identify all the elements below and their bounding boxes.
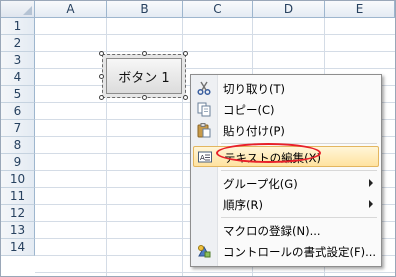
grid-line [35, 51, 395, 52]
menu-item-label: マクロの登録(N)... [223, 224, 321, 238]
resize-handle-bottom-right[interactable] [183, 95, 188, 100]
row-header-7[interactable]: 7 [1, 120, 35, 137]
column-header-b[interactable]: B [107, 1, 183, 18]
menu-item-label: 貼り付け(P) [223, 124, 285, 138]
menu-item-label: 順序(R) [223, 198, 263, 212]
submenu-arrow-icon [369, 200, 373, 208]
row-header-14[interactable]: 14 [1, 239, 35, 256]
form-button-face[interactable]: ボタン 1 [106, 58, 182, 94]
column-header-d[interactable]: D [253, 1, 325, 18]
row-header-12[interactable]: 12 [1, 205, 35, 222]
menu-separator [221, 170, 377, 171]
row-header-2[interactable]: 2 [1, 35, 35, 52]
menu-item-format-control[interactable]: コントロールの書式設定(F)... [193, 241, 379, 262]
resize-handle-bottom[interactable] [142, 95, 147, 100]
menu-item-cut[interactable]: 切り取り(T) [193, 78, 379, 99]
resize-handle-top-left[interactable] [99, 51, 104, 56]
column-header-c[interactable]: C [183, 1, 253, 18]
svg-text:A: A [200, 154, 205, 162]
menu-item-label: 切り取り(T) [223, 82, 285, 96]
form-button-label: ボタン 1 [118, 70, 170, 86]
row-header-11[interactable]: 11 [1, 188, 35, 205]
grid-line [35, 68, 395, 69]
column-header-e[interactable]: E [325, 1, 395, 18]
menu-item-label: コピー(C) [223, 103, 275, 117]
submenu-arrow-icon [369, 179, 373, 187]
scissors-icon [196, 80, 212, 96]
row-header-13[interactable]: 13 [1, 222, 35, 239]
highlight-annotation-ellipse [216, 143, 321, 163]
resize-handle-left[interactable] [99, 74, 104, 79]
menu-item-group[interactable]: グループ化(G) [193, 173, 379, 194]
grid-line [35, 272, 395, 273]
select-all-corner[interactable] [1, 1, 35, 18]
menu-item-label: グループ化(G) [223, 177, 298, 191]
row-header-5[interactable]: 5 [1, 86, 35, 103]
menu-item-paste[interactable]: 貼り付け(P) [193, 120, 379, 141]
spreadsheet-window: A B C D E 1 2 3 4 5 6 7 8 9 10 11 12 13 … [0, 0, 396, 277]
menu-separator [221, 217, 377, 218]
menu-item-order[interactable]: 順序(R) [193, 194, 379, 215]
menu-item-copy[interactable]: コピー(C) [193, 99, 379, 120]
row-header-8[interactable]: 8 [1, 137, 35, 154]
resize-handle-top-right[interactable] [183, 51, 188, 56]
edit-text-icon: A [197, 149, 213, 165]
paste-icon [196, 122, 212, 138]
row-header-4[interactable]: 4 [1, 69, 35, 86]
grid-line [35, 34, 395, 35]
row-header-6[interactable]: 6 [1, 103, 35, 120]
column-header-a[interactable]: A [35, 1, 107, 18]
copy-icon [196, 101, 212, 117]
context-menu: 切り取り(T) コピー(C) 貼り付け(P) A テキストの編集(X) グループ… [190, 74, 382, 267]
row-header-10[interactable]: 10 [1, 171, 35, 188]
resize-handle-bottom-left[interactable] [99, 95, 104, 100]
menu-item-assign-macro[interactable]: マクロの登録(N)... [193, 220, 379, 241]
row-header-9[interactable]: 9 [1, 154, 35, 171]
row-header-1[interactable]: 1 [1, 18, 35, 35]
resize-handle-top[interactable] [142, 51, 147, 56]
format-control-icon [196, 243, 212, 259]
menu-item-label: コントロールの書式設定(F)... [223, 245, 377, 259]
row-header-3[interactable]: 3 [1, 52, 35, 69]
form-button[interactable]: ボタン 1 [102, 54, 186, 98]
